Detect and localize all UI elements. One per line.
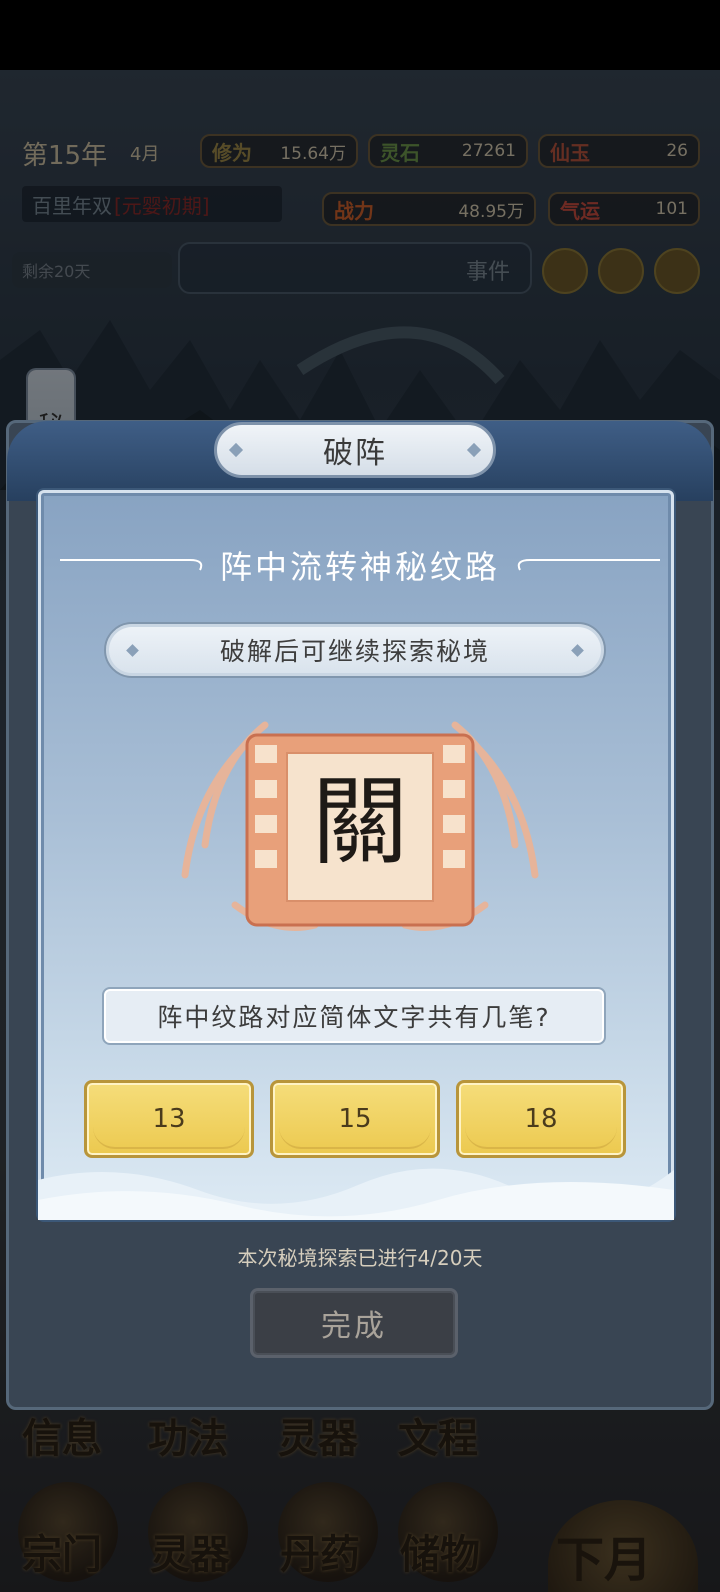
exploration-progress: 本次秘境探索已进行4/20天: [237, 1246, 483, 1270]
answer-button-1[interactable]: 13: [84, 1080, 254, 1158]
status-bar: [0, 0, 720, 70]
puzzle-subtitle: 阵中流转神秘纹路: [219, 548, 500, 586]
answer-2-label: 15: [338, 1104, 372, 1134]
answer-button-2[interactable]: 15: [270, 1080, 440, 1158]
seal-glyph: 關: [312, 766, 408, 878]
modal-title: 破阵: [214, 422, 496, 478]
question-box: 阵中纹路对应简体文字共有几笔?: [102, 987, 606, 1045]
title-right-diamond-icon: [466, 442, 482, 458]
banner-right-diamond-icon: [571, 644, 584, 657]
seal-scroll-image: 關: [181, 721, 539, 931]
hint-banner-text: 破解后可继续探索秘境: [219, 637, 490, 666]
done-button-label: 完成: [321, 1309, 387, 1344]
panel-wave-decoration: [38, 1168, 674, 1220]
banner-left-diamond-icon: [126, 644, 139, 657]
question-text: 阵中纹路对应简体文字共有几笔?: [157, 1003, 551, 1032]
answer-1-label: 13: [152, 1104, 186, 1134]
modal-title-text: 破阵: [323, 436, 387, 471]
title-left-diamond-icon: [228, 442, 244, 458]
hint-banner: 破解后可继续探索秘境: [104, 622, 606, 678]
done-button[interactable]: 完成: [250, 1288, 458, 1358]
answer-button-3[interactable]: 18: [456, 1080, 626, 1158]
answer-3-label: 18: [524, 1104, 558, 1134]
